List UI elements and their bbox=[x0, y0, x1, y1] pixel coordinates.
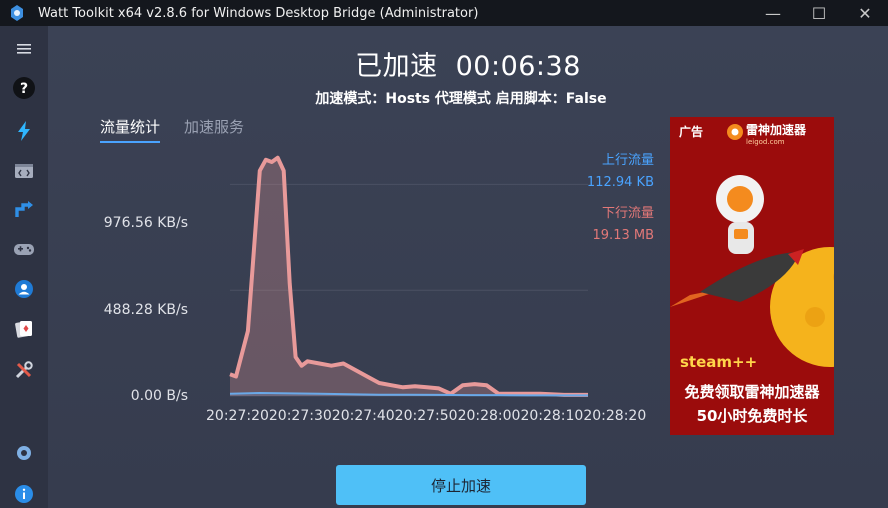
sidebar: ? bbox=[0, 26, 48, 508]
sidebar-item-accelerate[interactable] bbox=[10, 118, 38, 144]
info-icon bbox=[15, 485, 33, 503]
cards-icon bbox=[15, 321, 32, 338]
sidebar-item-account[interactable] bbox=[10, 276, 38, 302]
close-button[interactable]: ✕ bbox=[842, 0, 888, 26]
settings-icon bbox=[17, 446, 31, 460]
x-tick-label: 20:27:20 bbox=[206, 408, 269, 424]
ad-banner[interactable]: 广告 雷神加速器 leigod.com steam++ 免费领取雷神加速器 50… bbox=[670, 117, 834, 435]
download-value: 19.13 MB bbox=[592, 228, 654, 243]
tools-icon bbox=[15, 361, 33, 379]
sidebar-item-tools[interactable] bbox=[10, 357, 38, 383]
help-icon: ? bbox=[13, 77, 35, 99]
upload-value: 112.94 KB bbox=[586, 175, 654, 190]
sidebar-item-local-auth[interactable] bbox=[10, 197, 38, 223]
maximize-icon: ☐ bbox=[811, 3, 827, 23]
app-logo-icon bbox=[11, 5, 23, 21]
ad-subline: 50小时免费时长 bbox=[696, 407, 808, 425]
ad-brand: 雷神加速器 leigod.com bbox=[746, 121, 806, 146]
x-tick-labels: 20:27:2020:27:3020:27:4020:27:5020:28:00… bbox=[206, 408, 646, 424]
download-label: 下行流量 bbox=[601, 206, 654, 221]
maximize-button[interactable]: ☐ bbox=[796, 0, 842, 26]
x-tick-label: 20:27:40 bbox=[331, 408, 395, 424]
minimize-icon: — bbox=[765, 3, 781, 23]
x-tick-label: 20:27:50 bbox=[394, 408, 458, 424]
y-tick-label: 0.00 B/s bbox=[130, 388, 188, 404]
ad-headline: 免费领取雷神加速器 bbox=[684, 383, 820, 401]
main-panel: 已加速 00:06:38 加速模式：Hosts 代理模式 启用脚本：False 流… bbox=[48, 26, 888, 508]
title-bar: Watt Toolkit x64 v2.8.6 for Windows Desk… bbox=[0, 0, 888, 26]
x-tick-label: 20:28:10 bbox=[520, 408, 584, 424]
x-tick-label: 20:27:30 bbox=[268, 408, 332, 424]
sidebar-item-script[interactable] bbox=[10, 158, 38, 184]
lightning-icon bbox=[18, 121, 30, 141]
y-tick-label: 488.28 KB/s bbox=[103, 302, 188, 318]
code-window-icon bbox=[15, 164, 33, 178]
svg-text:?: ? bbox=[20, 81, 28, 97]
ad-steam-text: steam++ bbox=[680, 353, 758, 371]
sidebar-item-game[interactable] bbox=[10, 236, 38, 262]
menu-icon bbox=[17, 44, 31, 54]
sidebar-item-help[interactable]: ? bbox=[10, 75, 38, 101]
user-icon bbox=[15, 280, 33, 298]
brand-logo-icon bbox=[727, 124, 743, 140]
download-legend: 下行流量 19.13 MB bbox=[593, 203, 654, 247]
sidebar-item-menu[interactable] bbox=[10, 36, 38, 62]
x-tick-label: 20:28:20 bbox=[583, 408, 647, 424]
y-tick-label: 976.56 KB/s bbox=[103, 215, 188, 231]
minimize-button[interactable]: — bbox=[750, 0, 796, 26]
ad-tag: 广告 bbox=[679, 125, 704, 139]
ad-brand-url: leigod.com bbox=[746, 138, 785, 146]
gamepad-icon bbox=[14, 244, 34, 255]
upload-label: 上行流量 bbox=[601, 153, 654, 168]
sidebar-item-settings[interactable] bbox=[10, 440, 38, 466]
ad-brand-name: 雷神加速器 bbox=[746, 123, 807, 137]
stop-accelerate-button[interactable]: 停止加速 bbox=[336, 465, 586, 505]
sidebar-item-about[interactable] bbox=[10, 481, 38, 507]
upload-legend: 上行流量 112.94 KB bbox=[587, 150, 654, 194]
x-tick-label: 20:28:00 bbox=[457, 408, 521, 424]
sidebar-item-cards[interactable] bbox=[10, 316, 38, 342]
arrows-icon bbox=[15, 201, 33, 217]
window-title: Watt Toolkit x64 v2.8.6 for Windows Desk… bbox=[38, 5, 479, 21]
close-icon: ✕ bbox=[858, 3, 872, 23]
